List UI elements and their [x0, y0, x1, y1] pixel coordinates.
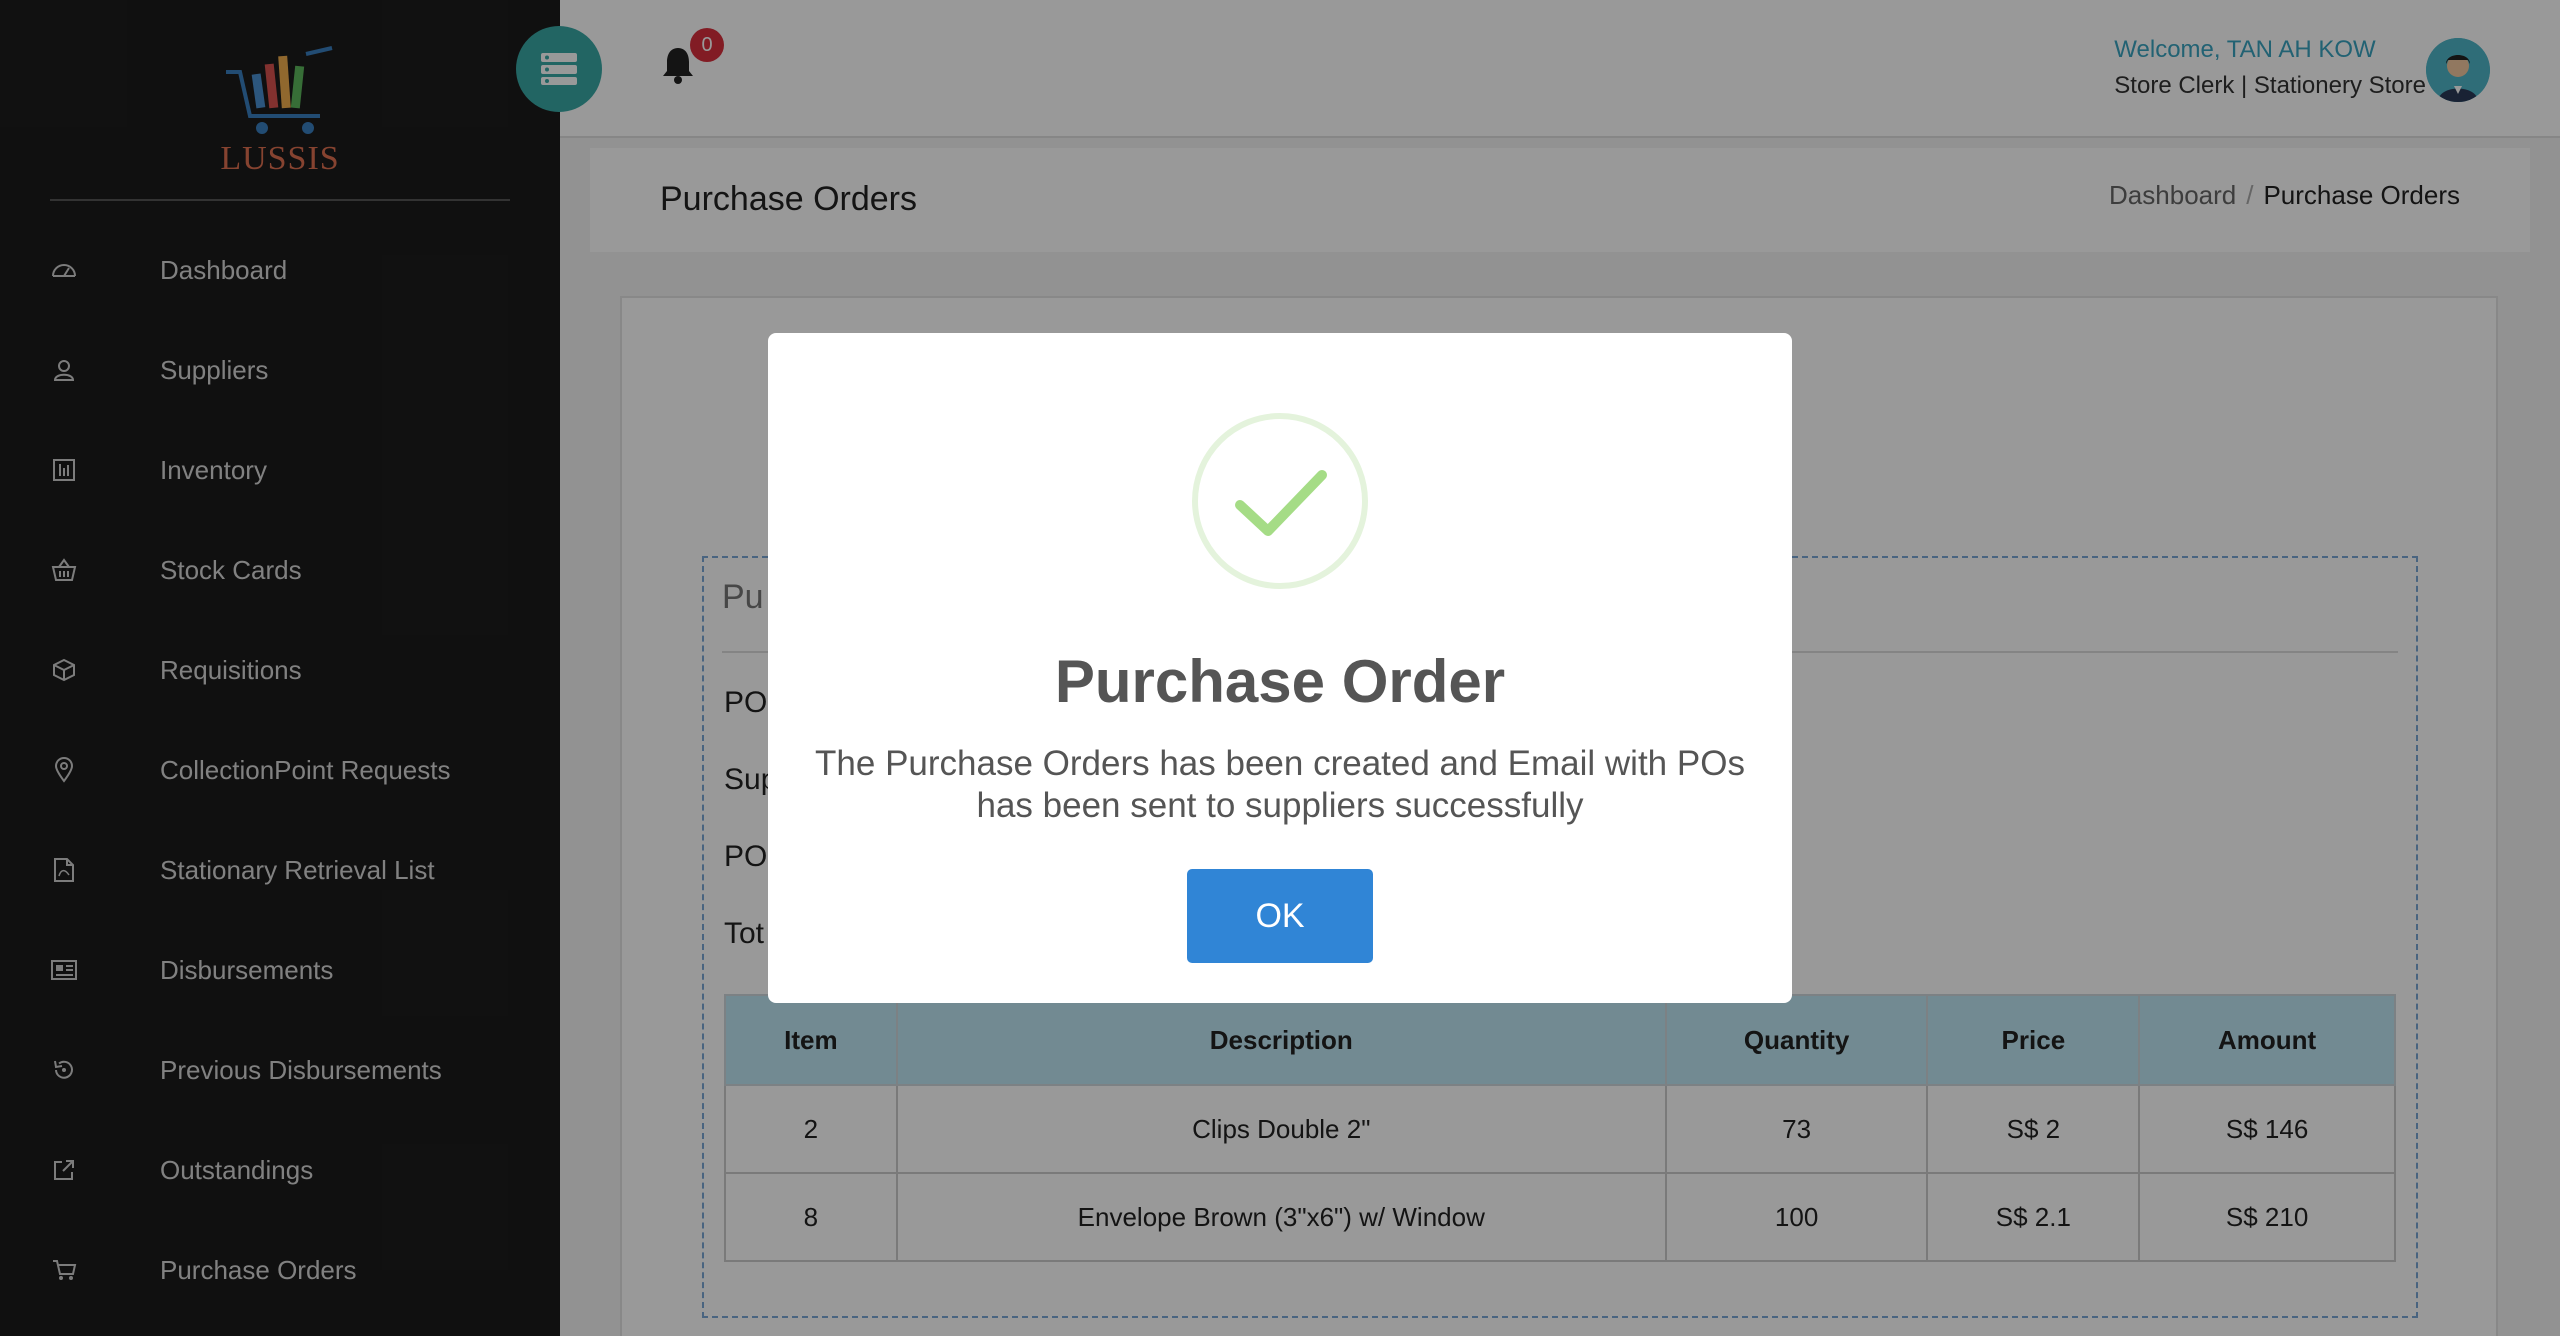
ok-button[interactable]: OK	[1187, 869, 1373, 963]
success-check-icon	[1192, 413, 1368, 589]
success-modal: Purchase Order The Purchase Orders has b…	[768, 333, 1792, 1003]
modal-title: Purchase Order	[1054, 648, 1506, 715]
modal-message: The Purchase Orders has been created and…	[815, 744, 1745, 825]
